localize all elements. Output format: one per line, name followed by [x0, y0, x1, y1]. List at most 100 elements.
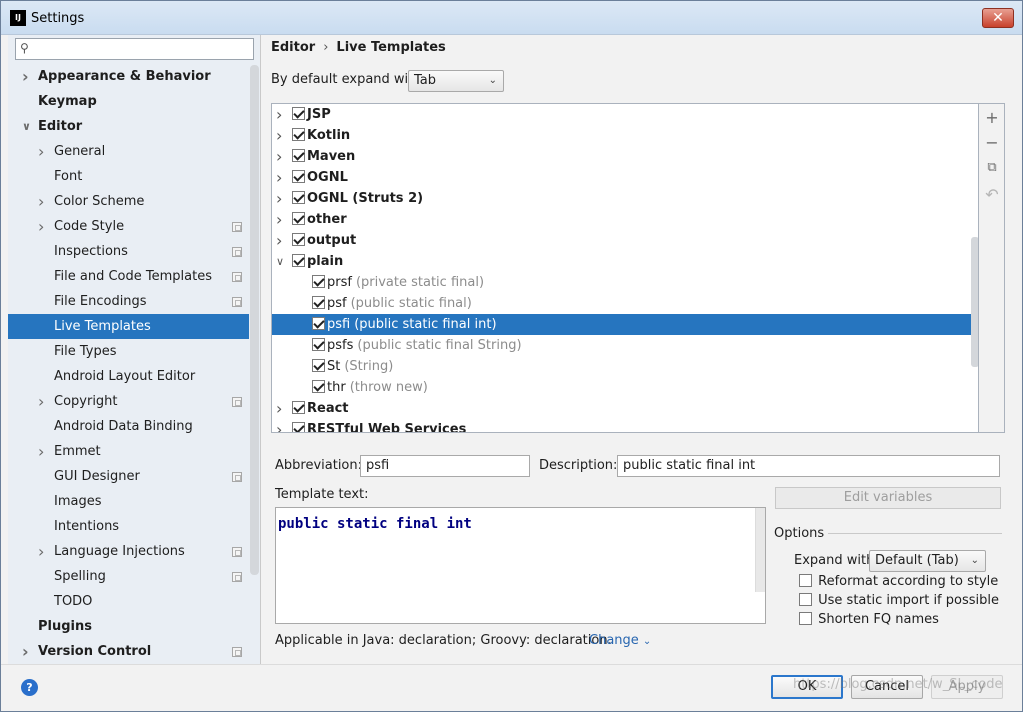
chevron-right-icon[interactable]: › [276, 230, 282, 251]
help-icon[interactable]: ? [21, 679, 38, 696]
template-enabled-checkbox[interactable] [312, 359, 325, 372]
template-enabled-checkbox[interactable] [292, 107, 305, 120]
template-enabled-checkbox[interactable] [292, 128, 305, 141]
sidebar-item-editor[interactable]: ∨ Editor [8, 114, 249, 139]
chevron-right-icon[interactable]: › [38, 189, 44, 214]
sidebar-item-appearance-behavior[interactable]: › Appearance & Behavior [8, 64, 249, 89]
sidebar-item-plugins[interactable]: Plugins [8, 614, 249, 639]
revert-icon[interactable]: ↶ [985, 185, 999, 204]
template-enabled-checkbox[interactable] [312, 338, 325, 351]
sidebar-item-spelling[interactable]: Spelling [8, 564, 249, 589]
shorten-fq-option[interactable]: Shorten FQ names [799, 612, 939, 627]
apply-button[interactable]: Apply [931, 675, 1003, 699]
template-group-plain[interactable]: ∨ plain [272, 251, 978, 272]
template-group-maven[interactable]: › Maven [272, 146, 978, 167]
chevron-down-icon[interactable]: ∨ [22, 114, 31, 139]
copy-icon[interactable]: ⧉ [985, 160, 999, 175]
template-enabled-checkbox[interactable] [292, 191, 305, 204]
close-window-button[interactable]: ✕ [982, 8, 1014, 28]
chevron-right-icon[interactable]: › [276, 167, 282, 188]
chevron-right-icon[interactable]: › [38, 214, 44, 239]
chevron-right-icon[interactable]: › [22, 64, 29, 89]
chevron-down-icon[interactable]: ∨ [276, 251, 284, 272]
default-expand-dropdown[interactable]: Tab ⌄ [408, 70, 504, 92]
template-enabled-checkbox[interactable] [292, 254, 305, 267]
sidebar-item-live-templates[interactable]: Live Templates [8, 314, 249, 339]
cancel-button[interactable]: Cancel [851, 675, 923, 699]
sidebar-item-file-encodings[interactable]: File Encodings [8, 289, 249, 314]
template-enabled-checkbox[interactable] [312, 317, 325, 330]
template-enabled-checkbox[interactable] [292, 170, 305, 183]
sidebar-item-file-and-code-templates[interactable]: File and Code Templates [8, 264, 249, 289]
expand-with-dropdown[interactable]: Default (Tab) ⌄ [869, 550, 986, 572]
template-group-restful-web-services[interactable]: › RESTful Web Services [272, 419, 978, 432]
breadcrumb-parent[interactable]: Editor [271, 40, 315, 55]
change-context-link[interactable]: Change ⌄ [589, 633, 651, 648]
sidebar-item-general[interactable]: › General [8, 139, 249, 164]
template-item-thr[interactable]: thr (throw new) [272, 377, 978, 398]
template-group-output[interactable]: › output [272, 230, 978, 251]
chevron-right-icon[interactable]: › [22, 639, 29, 664]
template-item-psfi[interactable]: psfi (public static final int) [272, 314, 978, 335]
chevron-right-icon[interactable]: › [276, 125, 282, 146]
template-group-react[interactable]: › React [272, 398, 978, 419]
template-group-kotlin[interactable]: › Kotlin [272, 125, 978, 146]
template-item-psf[interactable]: psf (public static final) [272, 293, 978, 314]
settings-search-input[interactable]: ⚲ [15, 38, 254, 60]
template-group-other[interactable]: › other [272, 209, 978, 230]
chevron-right-icon[interactable]: › [38, 439, 44, 464]
template-enabled-checkbox[interactable] [312, 296, 325, 309]
chevron-right-icon[interactable]: › [276, 146, 282, 167]
sidebar-item-copyright[interactable]: › Copyright [8, 389, 249, 414]
sidebar-item-keymap[interactable]: Keymap [8, 89, 249, 114]
chevron-right-icon[interactable]: › [38, 539, 44, 564]
sidebar-item-color-scheme[interactable]: › Color Scheme [8, 189, 249, 214]
template-item-psfs[interactable]: psfs (public static final String) [272, 335, 978, 356]
sidebar-item-version-control[interactable]: › Version Control [8, 639, 249, 664]
template-text-editor[interactable]: public static final int [275, 507, 766, 624]
template-group-ognl[interactable]: › OGNL [272, 167, 978, 188]
template-enabled-checkbox[interactable] [292, 212, 305, 225]
abbreviation-input[interactable]: psfi [360, 455, 530, 477]
shorten-fq-checkbox[interactable] [799, 612, 812, 625]
template-editor-scrollbar[interactable] [755, 508, 765, 592]
chevron-right-icon[interactable]: › [276, 104, 282, 125]
sidebar-item-intentions[interactable]: Intentions [8, 514, 249, 539]
template-enabled-checkbox[interactable] [312, 275, 325, 288]
description-input[interactable]: public static final int [617, 455, 1000, 477]
templates-scrollbar[interactable] [971, 237, 978, 367]
ok-button[interactable]: OK [771, 675, 843, 699]
template-item-prsf[interactable]: prsf (private static final) [272, 272, 978, 293]
sidebar-item-file-types[interactable]: File Types [8, 339, 249, 364]
template-group-jsp[interactable]: › JSP [272, 104, 978, 125]
reformat-option[interactable]: Reformat according to style [799, 574, 998, 589]
sidebar-item-android-layout-editor[interactable]: Android Layout Editor [8, 364, 249, 389]
reformat-checkbox[interactable] [799, 574, 812, 587]
template-enabled-checkbox[interactable] [292, 233, 305, 246]
template-enabled-checkbox[interactable] [312, 380, 325, 393]
sidebar-item-emmet[interactable]: › Emmet [8, 439, 249, 464]
template-item-st[interactable]: St (String) [272, 356, 978, 377]
template-enabled-checkbox[interactable] [292, 422, 305, 432]
chevron-right-icon[interactable]: › [276, 188, 282, 209]
chevron-right-icon[interactable]: › [38, 389, 44, 414]
sidebar-scrollbar[interactable] [250, 65, 259, 575]
chevron-right-icon[interactable]: › [38, 139, 44, 164]
chevron-right-icon[interactable]: › [276, 398, 282, 419]
edit-variables-button[interactable]: Edit variables [775, 487, 1001, 509]
template-group-ognl-struts-2[interactable]: › OGNL (Struts 2) [272, 188, 978, 209]
remove-icon[interactable]: − [985, 133, 999, 152]
sidebar-item-gui-designer[interactable]: GUI Designer [8, 464, 249, 489]
sidebar-item-font[interactable]: Font [8, 164, 249, 189]
template-enabled-checkbox[interactable] [292, 149, 305, 162]
chevron-right-icon[interactable]: › [276, 209, 282, 230]
sidebar-item-android-data-binding[interactable]: Android Data Binding [8, 414, 249, 439]
sidebar-item-inspections[interactable]: Inspections [8, 239, 249, 264]
static-import-checkbox[interactable] [799, 593, 812, 606]
sidebar-item-code-style[interactable]: › Code Style [8, 214, 249, 239]
template-enabled-checkbox[interactable] [292, 401, 305, 414]
sidebar-item-todo[interactable]: TODO [8, 589, 249, 614]
add-icon[interactable]: + [985, 108, 999, 127]
sidebar-item-images[interactable]: Images [8, 489, 249, 514]
sidebar-item-language-injections[interactable]: › Language Injections [8, 539, 249, 564]
